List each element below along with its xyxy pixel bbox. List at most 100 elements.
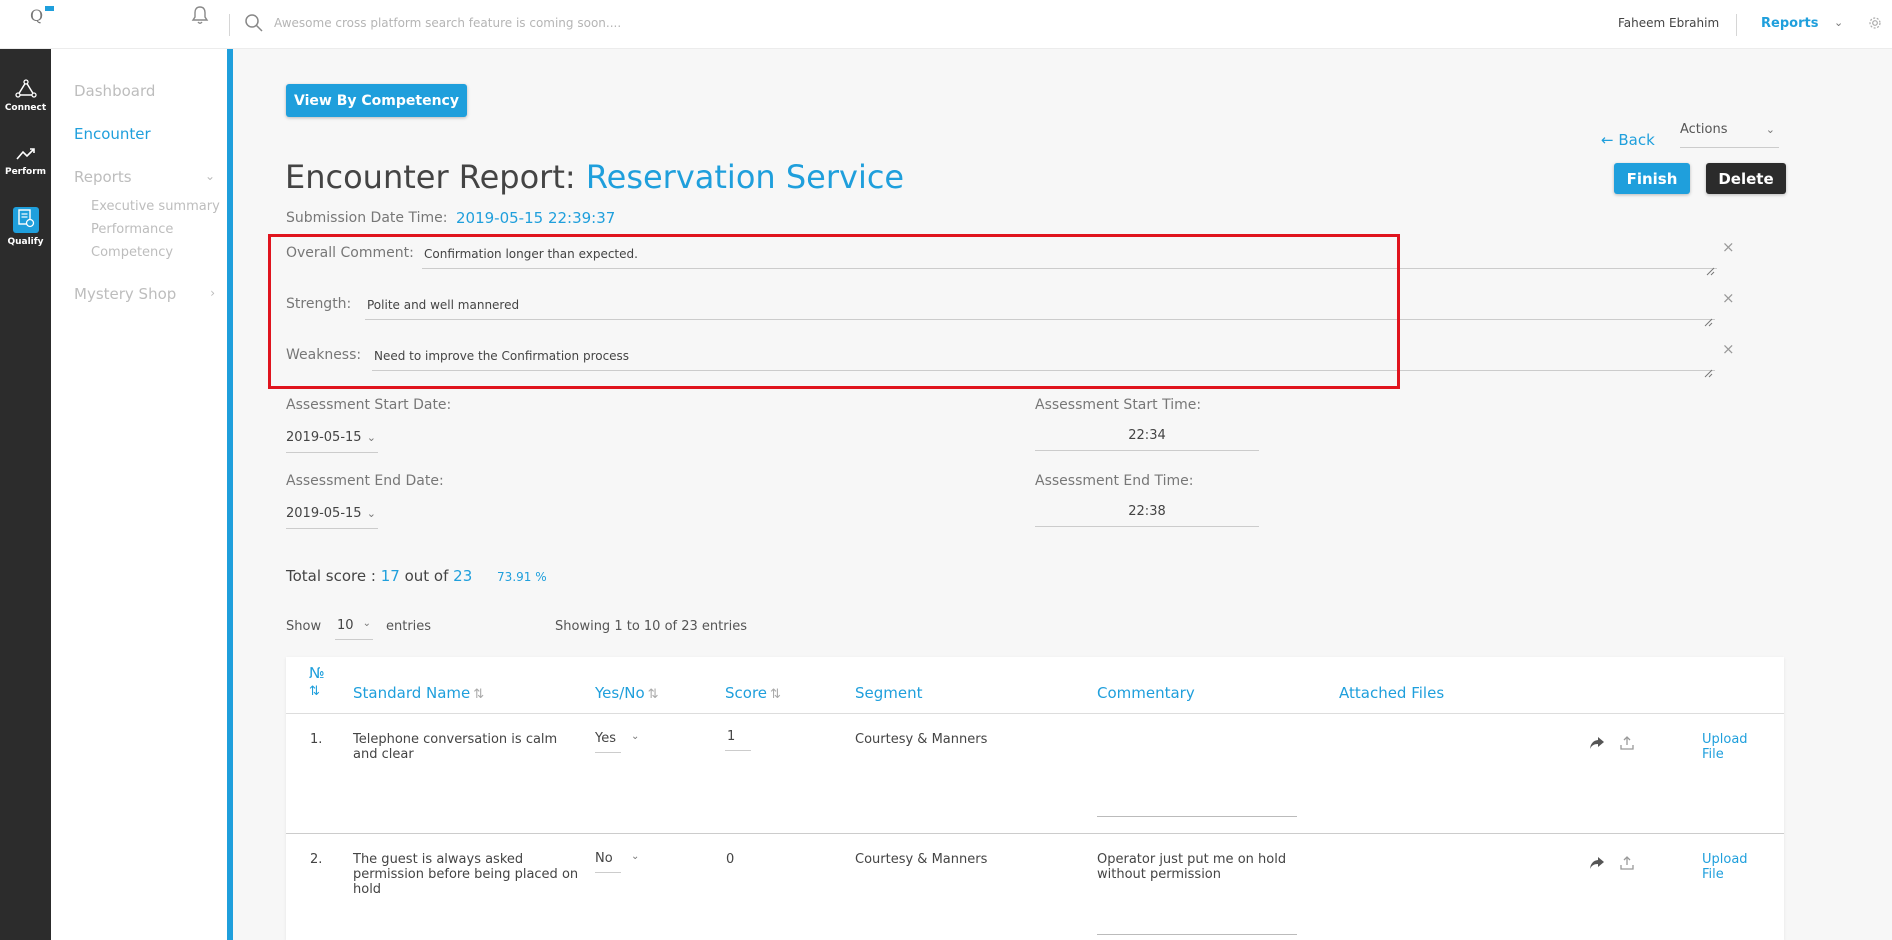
share-icon[interactable] bbox=[1588, 735, 1606, 751]
upload-file-link[interactable]: Upload File bbox=[1702, 852, 1752, 882]
sidebar-subitem-competency[interactable]: Competency bbox=[91, 245, 173, 260]
assessment-end-time-field[interactable]: 22:38 bbox=[1035, 501, 1259, 527]
column-header-yes-no[interactable]: Yes/No ⇅ bbox=[595, 684, 659, 702]
sidebar-subitem-executive-summary[interactable]: Executive summary bbox=[91, 199, 220, 214]
actions-dropdown[interactable]: Actions ⌄ bbox=[1680, 120, 1779, 148]
entries-label: entries bbox=[386, 619, 432, 634]
view-by-competency-button[interactable]: View By Competency bbox=[286, 84, 467, 117]
sidebar-item-dashboard[interactable]: Dashboard bbox=[74, 82, 155, 100]
trend-icon bbox=[15, 148, 35, 160]
assessment-end-time-label: Assessment End Time: bbox=[1035, 473, 1194, 489]
assessment-start-date-value: 2019-05-15 bbox=[286, 430, 362, 445]
sidebar-item-reports[interactable]: Reports bbox=[74, 168, 132, 186]
row-answer-value: No bbox=[595, 851, 613, 866]
close-icon[interactable]: × bbox=[1722, 238, 1735, 256]
page-title: Encounter Report: Reservation Service bbox=[285, 158, 904, 196]
sidebar-item-encounter[interactable]: Encounter bbox=[74, 125, 151, 143]
chevron-down-icon: ⌄ bbox=[362, 618, 371, 629]
row-segment: Courtesy & Manners bbox=[855, 732, 988, 747]
total-score-out-of: out of bbox=[404, 567, 449, 585]
top-divider-right bbox=[1736, 14, 1737, 36]
row-commentary-field[interactable]: Operator just put me on hold without per… bbox=[1097, 852, 1297, 935]
back-link[interactable]: ← Back bbox=[1601, 131, 1655, 149]
search-icon bbox=[245, 14, 263, 32]
app-logo[interactable]: Q bbox=[30, 6, 54, 25]
chevron-down-icon: ⌄ bbox=[631, 851, 640, 862]
column-header-standard-name-label: Standard Name bbox=[353, 684, 471, 702]
sidebar-item-mystery-shop[interactable]: Mystery Shop bbox=[74, 285, 176, 303]
column-header-yes-no-label: Yes/No bbox=[595, 684, 645, 702]
chevron-down-icon[interactable]: ⌄ bbox=[1834, 16, 1843, 29]
column-header-number[interactable]: № ⇅ bbox=[309, 665, 325, 700]
row-number: 2. bbox=[310, 852, 323, 867]
header-divider bbox=[286, 713, 1784, 714]
column-header-segment[interactable]: Segment bbox=[855, 684, 923, 702]
back-label: Back bbox=[1618, 131, 1655, 149]
row-number: 1. bbox=[310, 732, 323, 747]
chevron-down-icon: ⌄ bbox=[631, 731, 640, 742]
delete-button[interactable]: Delete bbox=[1706, 163, 1786, 194]
column-header-commentary[interactable]: Commentary bbox=[1097, 684, 1195, 702]
sort-icon: ⇅ bbox=[309, 684, 320, 699]
column-header-standard-name[interactable]: Standard Name ⇅ bbox=[353, 684, 484, 702]
page-size-select[interactable]: 10 ⌄ bbox=[335, 614, 373, 640]
chevron-down-icon: ⌄ bbox=[366, 507, 376, 520]
showing-info: Showing 1 to 10 of 23 entries bbox=[555, 619, 747, 634]
resize-handle-icon[interactable] bbox=[1703, 368, 1713, 378]
column-header-number-label: № bbox=[309, 664, 325, 682]
bell-icon[interactable] bbox=[190, 4, 210, 26]
sort-icon: ⇅ bbox=[770, 687, 781, 702]
rail-item-connect[interactable]: Connect bbox=[0, 79, 51, 113]
sort-icon: ⇅ bbox=[473, 687, 485, 702]
column-header-score[interactable]: Score ⇅ bbox=[725, 684, 781, 702]
reports-menu[interactable]: Reports bbox=[1761, 16, 1818, 31]
share-icon[interactable] bbox=[1588, 855, 1606, 871]
actions-label: Actions bbox=[1680, 122, 1728, 137]
total-score-label: Total score : bbox=[286, 567, 376, 585]
search-input[interactable] bbox=[274, 12, 774, 34]
user-name[interactable]: Faheem Ebrahim bbox=[1618, 16, 1719, 30]
upload-file-link[interactable]: Upload File bbox=[1702, 732, 1752, 762]
connect-icon bbox=[14, 79, 37, 98]
row-answer-select[interactable]: Yes ⌄ bbox=[595, 729, 639, 753]
assessment-end-date-value: 2019-05-15 bbox=[286, 506, 362, 521]
upload-icon[interactable] bbox=[1619, 855, 1635, 871]
chevron-right-icon[interactable]: › bbox=[210, 286, 215, 300]
chevron-down-icon: ⌄ bbox=[366, 431, 376, 444]
sidebar-subitem-performance[interactable]: Performance bbox=[91, 222, 173, 237]
rail-label: Qualify bbox=[7, 237, 44, 247]
close-icon[interactable]: × bbox=[1722, 289, 1735, 307]
row-score-input[interactable]: 1 bbox=[725, 727, 751, 751]
total-score-total: 23 bbox=[453, 567, 473, 585]
total-score: Total score : 17 out of 23 73.91 % bbox=[286, 567, 547, 585]
assessment-start-time-field[interactable]: 22:34 bbox=[1035, 425, 1259, 451]
finish-button[interactable]: Finish bbox=[1614, 163, 1690, 194]
upload-icon[interactable] bbox=[1619, 735, 1635, 751]
page-size-value: 10 bbox=[337, 618, 354, 633]
row-standard-name: Telephone conversation is calm and clear bbox=[353, 732, 558, 762]
row-standard-name: The guest is always asked permission bef… bbox=[353, 852, 579, 897]
chevron-down-icon: ⌄ bbox=[1765, 123, 1775, 136]
chevron-down-icon[interactable]: ⌄ bbox=[205, 169, 215, 183]
row-commentary-field[interactable] bbox=[1097, 729, 1297, 817]
arrow-left-icon: ← bbox=[1601, 131, 1614, 149]
resize-handle-icon[interactable] bbox=[1703, 317, 1713, 327]
assessment-end-date-field[interactable]: 2019-05-15 ⌄ bbox=[286, 503, 378, 529]
gear-icon[interactable] bbox=[1868, 16, 1882, 30]
page-title-name: Reservation Service bbox=[585, 158, 905, 196]
column-header-attached-files[interactable]: Attached Files bbox=[1339, 684, 1444, 702]
column-header-score-label: Score bbox=[725, 684, 768, 702]
assessment-start-date-field[interactable]: 2019-05-15 ⌄ bbox=[286, 427, 378, 453]
icon-rail: Connect Perform Qualify bbox=[0, 49, 51, 940]
total-score-percent: 73.91 % bbox=[497, 570, 547, 584]
row-answer-select[interactable]: No ⌄ bbox=[595, 849, 639, 873]
close-icon[interactable]: × bbox=[1722, 340, 1735, 358]
standards-table: № ⇅ Standard Name ⇅ Yes/No ⇅ Score ⇅ Segmen… bbox=[286, 657, 1784, 940]
sidebar: Dashboard Encounter Reports ⌄ Executive … bbox=[51, 49, 227, 940]
resize-handle-icon[interactable] bbox=[1705, 266, 1715, 276]
rail-item-perform[interactable]: Perform bbox=[0, 145, 51, 177]
sort-icon: ⇅ bbox=[647, 687, 659, 702]
rail-item-qualify[interactable]: Qualify bbox=[0, 207, 51, 247]
show-label: Show bbox=[286, 619, 322, 634]
sidebar-divider[interactable] bbox=[227, 49, 233, 940]
